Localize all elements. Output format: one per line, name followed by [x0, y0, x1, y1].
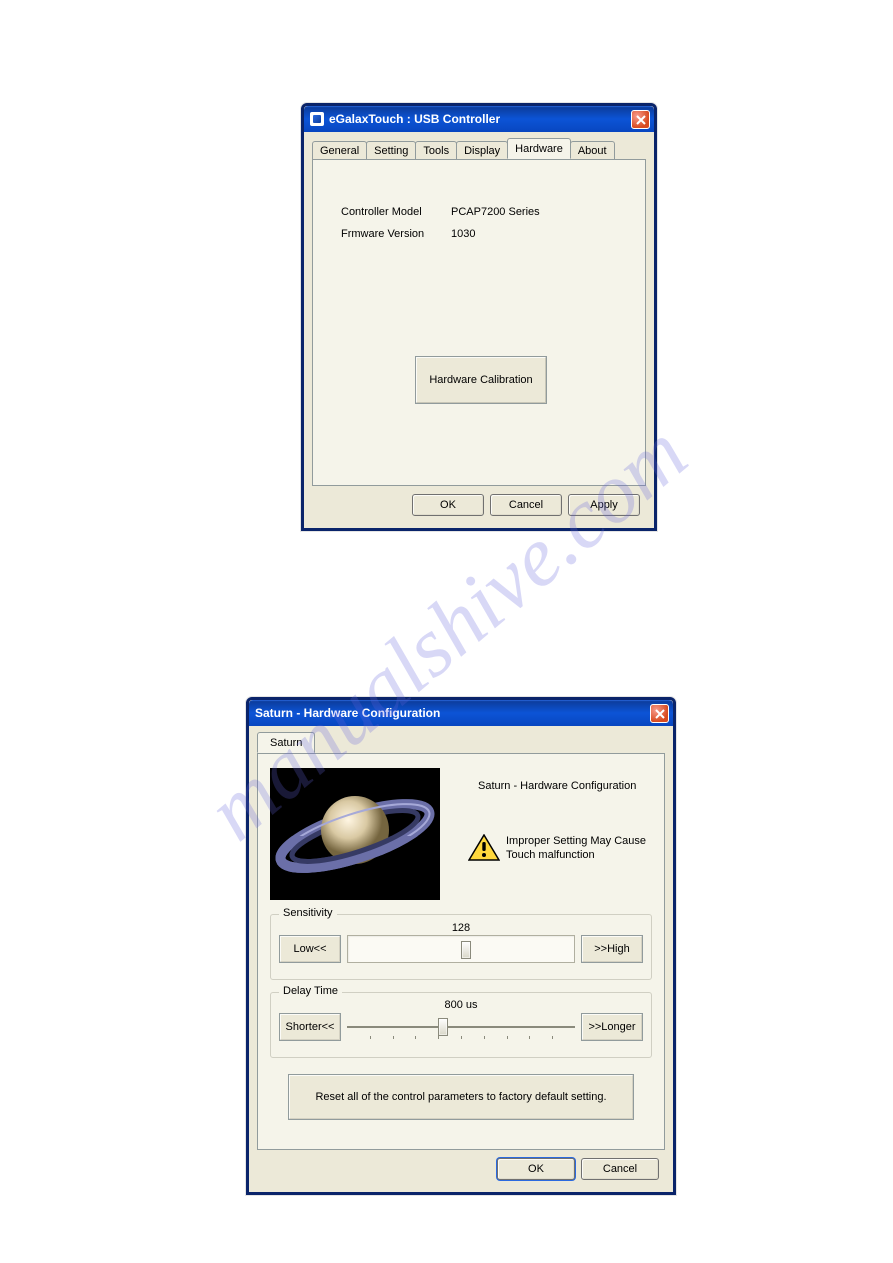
controller-model-row: Controller Model PCAP7200 Series — [313, 206, 645, 218]
app-icon — [310, 112, 324, 126]
hardware-tabpanel: Controller Model PCAP7200 Series Frmware… — [312, 159, 646, 486]
controller-model-label: Controller Model — [341, 206, 451, 218]
window-title: Saturn - Hardware Configuration — [255, 706, 440, 720]
tab-about[interactable]: About — [570, 141, 615, 160]
sensitivity-value: 128 — [348, 922, 574, 934]
button-label: OK — [528, 1163, 544, 1175]
firmware-version-label: Frmware Version — [341, 228, 451, 240]
ok-button[interactable]: OK — [412, 494, 484, 516]
config-heading: Saturn - Hardware Configuration — [478, 780, 636, 792]
close-icon — [636, 115, 646, 125]
tab-hardware[interactable]: Hardware — [507, 138, 571, 159]
button-label: Shorter<< — [286, 1021, 335, 1033]
tab-label: Display — [464, 145, 500, 157]
sensitivity-low-button[interactable]: Low<< — [279, 935, 341, 963]
tab-display[interactable]: Display — [456, 141, 508, 160]
slider-thumb[interactable] — [461, 941, 471, 959]
controller-model-value: PCAP7200 Series — [451, 206, 540, 218]
cancel-button[interactable]: Cancel — [490, 494, 562, 516]
tab-label: General — [320, 145, 359, 157]
titlebar[interactable]: Saturn - Hardware Configuration — [249, 700, 673, 726]
button-label: >>High — [594, 943, 629, 955]
tab-label: Hardware — [515, 143, 563, 155]
saturn-window: Saturn - Hardware Configuration Saturn — [246, 697, 676, 1195]
tab-label: About — [578, 145, 607, 157]
delay-value: 800 us — [347, 999, 575, 1011]
warning-icon — [468, 834, 500, 862]
egalax-window: eGalaxTouch : USB Controller General Set… — [301, 103, 657, 531]
close-icon — [655, 709, 665, 719]
dialog-buttons: OK Cancel Apply — [412, 494, 640, 516]
button-label: Hardware Calibration — [429, 374, 532, 386]
tab-label: Setting — [374, 145, 408, 157]
sensitivity-group: Sensitivity Low<< 128 >>High — [270, 914, 652, 980]
saturn-planet-icon — [270, 768, 440, 900]
reset-factory-button[interactable]: Reset all of the control parameters to f… — [288, 1074, 634, 1120]
sensitivity-slider[interactable]: 128 — [347, 935, 575, 963]
dialog-buttons: OK Cancel — [497, 1158, 659, 1180]
button-label: >>Longer — [588, 1021, 635, 1033]
saturn-tabpanel: Saturn - Hardware Configuration Improper… — [257, 753, 665, 1150]
button-label: OK — [440, 499, 456, 511]
button-label: Reset all of the control parameters to f… — [315, 1091, 606, 1103]
firmware-version-value: 1030 — [451, 228, 475, 240]
saturn-image — [270, 768, 440, 900]
close-button[interactable] — [650, 704, 669, 723]
delay-legend: Delay Time — [279, 985, 342, 997]
tab-general[interactable]: General — [312, 141, 367, 160]
sensitivity-high-button[interactable]: >>High — [581, 935, 643, 963]
client-area: General Setting Tools Display Hardware A… — [310, 138, 648, 522]
delay-slider[interactable]: 800 us — [347, 1013, 575, 1041]
button-label: Apply — [590, 499, 618, 511]
tab-saturn[interactable]: Saturn — [257, 732, 315, 753]
delay-shorter-button[interactable]: Shorter<< — [279, 1013, 341, 1041]
delay-longer-button[interactable]: >>Longer — [581, 1013, 643, 1041]
ok-button[interactable]: OK — [497, 1158, 575, 1180]
button-label: Cancel — [509, 499, 543, 511]
titlebar[interactable]: eGalaxTouch : USB Controller — [304, 106, 654, 132]
tabstrip: Saturn — [255, 732, 667, 753]
apply-button[interactable]: Apply — [568, 494, 640, 516]
sensitivity-legend: Sensitivity — [279, 907, 337, 919]
tab-setting[interactable]: Setting — [366, 141, 416, 160]
button-label: Low<< — [293, 943, 326, 955]
firmware-version-row: Frmware Version 1030 — [313, 228, 645, 240]
hardware-calibration-button[interactable]: Hardware Calibration — [415, 356, 547, 404]
client-area: Saturn — [255, 732, 667, 1186]
delay-group: Delay Time Shorter<< 800 us >>Longer — [270, 992, 652, 1058]
cancel-button[interactable]: Cancel — [581, 1158, 659, 1180]
close-button[interactable] — [631, 110, 650, 129]
tab-label: Tools — [423, 145, 449, 157]
tabstrip: General Setting Tools Display Hardware A… — [310, 138, 648, 159]
window-title: eGalaxTouch : USB Controller — [329, 112, 500, 126]
button-label: Cancel — [603, 1163, 637, 1175]
tab-label: Saturn — [270, 737, 302, 749]
warning-text: Improper Setting May Cause Touch malfunc… — [506, 834, 668, 863]
tab-tools[interactable]: Tools — [415, 141, 457, 160]
warning-row: Improper Setting May Cause Touch malfunc… — [468, 834, 668, 863]
slider-thumb[interactable] — [438, 1018, 448, 1036]
